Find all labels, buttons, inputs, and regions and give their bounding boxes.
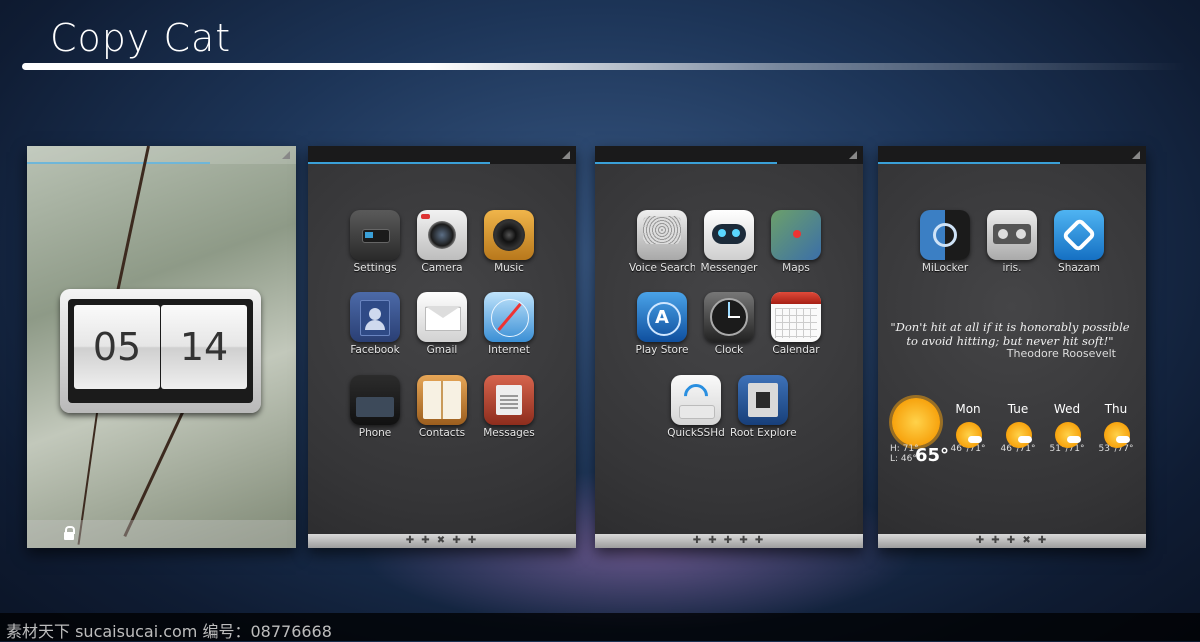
app-root-explorer[interactable]: Root Explorer <box>730 375 796 439</box>
shazam-icon <box>1054 210 1104 260</box>
app-quicksshd[interactable]: QuickSSHd <box>663 375 729 439</box>
cloud-shape <box>968 436 982 443</box>
signal-icon <box>562 151 570 159</box>
forecast-day-name: Wed <box>1053 402 1081 416</box>
page-indicator[interactable]: ✚ ✚ ✚ ✖ ✚ <box>878 534 1146 548</box>
camera-icon <box>417 210 467 260</box>
lock-icon <box>64 526 75 540</box>
music-icon <box>484 210 534 260</box>
messages-icon <box>484 375 534 425</box>
forecast-day-name: Mon <box>955 402 981 416</box>
app-label: Phone <box>358 427 392 439</box>
home-screen-1: Settings Camera Music Facebook Gmail Int… <box>308 146 576 548</box>
page-title: Copy Cat <box>50 16 232 60</box>
messenger-icon <box>704 210 754 260</box>
voice-search-icon <box>637 210 687 260</box>
quote-widget: "Don't hit at all if it is honorably pos… <box>890 320 1130 348</box>
status-bar <box>27 146 296 164</box>
play-store-icon: A <box>637 292 687 342</box>
partly-cloudy-icon <box>1104 422 1130 448</box>
app-label: Voice Search <box>629 262 695 274</box>
status-bar <box>308 146 576 164</box>
app-label: Music <box>494 262 524 274</box>
settings-icon <box>350 210 400 260</box>
app-voice-search[interactable]: Voice Search <box>629 210 695 274</box>
partly-cloudy-icon <box>956 422 982 448</box>
app-label: Contacts <box>418 427 466 439</box>
app-messenger[interactable]: Messenger <box>696 210 762 274</box>
app-label: Messenger <box>700 262 758 274</box>
app-label: Gmail <box>426 344 458 356</box>
cloud-shape <box>1018 436 1032 443</box>
app-clock[interactable]: Clock <box>696 292 762 356</box>
app-shazam[interactable]: Shazam <box>1046 210 1112 274</box>
clock-minute: 14 <box>161 305 247 389</box>
app-music[interactable]: Music <box>476 210 542 274</box>
sun-icon <box>892 398 940 446</box>
facebook-icon <box>350 292 400 342</box>
app-label: Messages <box>483 427 535 439</box>
app-label: QuickSSHd <box>667 427 725 439</box>
app-label: iris. <box>1002 262 1022 274</box>
maps-icon <box>771 210 821 260</box>
forecast-day-name: Tue <box>1007 402 1029 416</box>
wifi-icon <box>671 375 721 425</box>
contacts-icon <box>417 375 467 425</box>
weather-current-temp: 65° <box>915 445 950 466</box>
watermark-bar: 素材天下 sucaisucai.com 编号：08776668 <box>0 613 1200 641</box>
app-label: Camera <box>421 262 463 274</box>
app-maps[interactable]: Maps <box>763 210 829 274</box>
partly-cloudy-icon <box>1006 422 1032 448</box>
app-internet[interactable]: Internet <box>476 292 542 356</box>
app-camera[interactable]: Camera <box>409 210 475 274</box>
app-label: Settings <box>353 262 397 274</box>
iris-icon <box>987 210 1037 260</box>
app-label: Clock <box>714 344 744 356</box>
phone-icon <box>350 375 400 425</box>
app-phone[interactable]: Phone <box>342 375 408 439</box>
home-screen-3: MiLocker iris. Shazam "Don't hit at all … <box>878 146 1146 548</box>
title-underline <box>22 63 1187 70</box>
flip-clock-widget[interactable]: 05 14 <box>60 289 261 413</box>
app-milocker[interactable]: MiLocker <box>912 210 978 274</box>
root-explorer-icon <box>738 375 788 425</box>
forecast-day-name: Thu <box>1104 402 1128 416</box>
app-label: MiLocker <box>921 262 969 274</box>
page-indicator[interactable]: ✚ ✚ ✖ ✚ ✚ <box>308 534 576 548</box>
calendar-icon <box>771 292 821 342</box>
app-label: Shazam <box>1058 262 1100 274</box>
partly-cloudy-icon <box>1055 422 1081 448</box>
app-facebook[interactable]: Facebook <box>342 292 408 356</box>
app-contacts[interactable]: Contacts <box>409 375 475 439</box>
home-screen-2: Voice Search Messenger Maps A Play Store… <box>595 146 863 548</box>
clock-icon <box>704 292 754 342</box>
cloud-shape <box>1116 436 1130 443</box>
page-indicator[interactable]: ✚ ✚ ✚ ✚ ✚ <box>595 534 863 548</box>
app-messages[interactable]: Messages <box>476 375 542 439</box>
internet-icon <box>484 292 534 342</box>
app-label: Calendar <box>772 344 820 356</box>
app-iris[interactable]: iris. <box>979 210 1045 274</box>
cloud-shape <box>1067 436 1081 443</box>
status-bar <box>595 146 863 164</box>
app-label: Facebook <box>350 344 400 356</box>
app-label: Root Explorer <box>730 427 796 439</box>
milocker-icon <box>920 210 970 260</box>
app-play-store[interactable]: A Play Store <box>629 292 695 356</box>
app-label: Maps <box>782 262 810 274</box>
app-gmail[interactable]: Gmail <box>409 292 475 356</box>
gmail-icon <box>417 292 467 342</box>
watermark-text: 素材天下 sucaisucai.com 编号：08776668 <box>6 622 332 641</box>
signal-icon <box>1132 151 1140 159</box>
status-bar <box>878 146 1146 164</box>
lockscreen-panel: 05 14 <box>27 145 296 548</box>
app-calendar[interactable]: Calendar <box>763 292 829 356</box>
quote-author: Theodore Roosevelt <box>1006 347 1116 360</box>
clock-hour: 05 <box>74 305 160 389</box>
app-label: Internet <box>488 344 530 356</box>
app-settings[interactable]: Settings <box>342 210 408 274</box>
app-label: Play Store <box>635 344 689 356</box>
unlock-bar[interactable] <box>27 520 296 548</box>
signal-icon <box>849 151 857 159</box>
